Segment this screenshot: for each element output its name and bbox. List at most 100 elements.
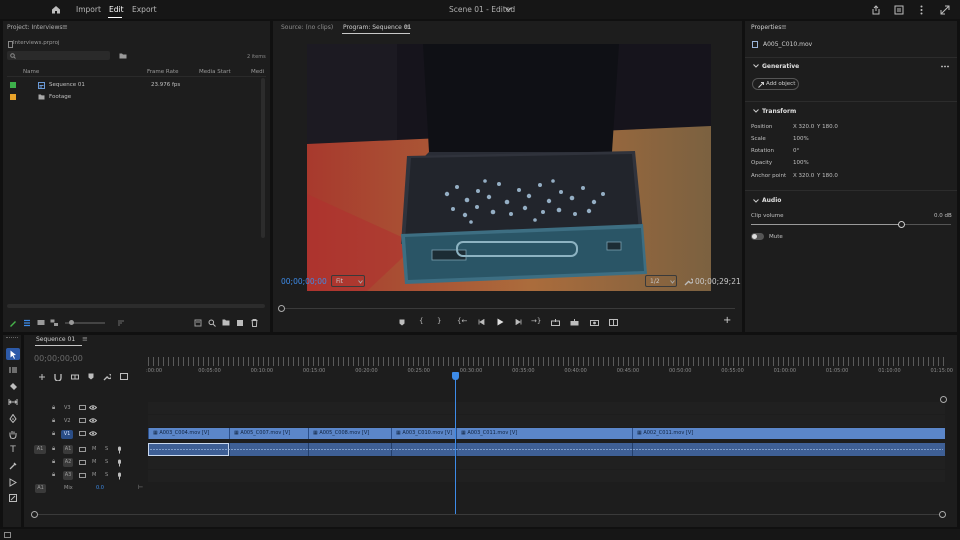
new-item-icon[interactable]	[235, 318, 244, 327]
sequence-tab[interactable]: Sequence 01	[36, 336, 75, 343]
wrench-icon[interactable]	[683, 276, 693, 286]
ripple-sequence-icon[interactable]	[37, 372, 46, 381]
chevron-down-icon[interactable]	[752, 108, 759, 114]
fit-dropdown[interactable]: Fit	[331, 275, 365, 287]
position-y-value[interactable]: Y 180.0	[817, 124, 838, 130]
anchor-y-value[interactable]: Y 180.0	[817, 173, 838, 179]
new-bin-icon[interactable]	[118, 52, 127, 60]
eye-icon[interactable]	[89, 417, 97, 424]
fullscreen-icon[interactable]	[939, 4, 951, 15]
chevron-down-icon[interactable]	[752, 63, 759, 69]
mix-patch[interactable]: A1	[35, 484, 46, 493]
solo-track-button[interactable]: S	[105, 459, 108, 465]
sync-lock-icon[interactable]	[78, 404, 86, 411]
col-media-start[interactable]: Media Start	[199, 69, 231, 75]
panel-menu-icon[interactable]: ≡	[404, 23, 410, 31]
microphone-icon[interactable]	[115, 458, 123, 467]
step-forward-icon[interactable]	[514, 318, 522, 326]
quick-export-icon[interactable]	[893, 4, 905, 15]
microphone-icon[interactable]	[115, 445, 123, 454]
mute-toggle[interactable]	[751, 233, 764, 240]
track-lane-v2[interactable]	[148, 415, 945, 427]
microphone-icon[interactable]	[115, 471, 123, 480]
sort-icon[interactable]	[116, 318, 125, 327]
type-tool-icon[interactable]: T	[6, 444, 20, 456]
search-input[interactable]	[7, 51, 110, 60]
color-tool-icon[interactable]	[6, 460, 20, 472]
opacity-value[interactable]: 100%	[793, 160, 809, 166]
sync-lock-icon[interactable]	[78, 459, 86, 466]
find-icon[interactable]	[207, 318, 216, 327]
audio-header[interactable]: Audio	[762, 197, 781, 204]
timeline-timecode[interactable]: 00;00;00;00	[34, 354, 83, 363]
freeform-view-icon[interactable]	[50, 318, 59, 327]
rotation-value[interactable]: 0°	[793, 148, 799, 154]
lock-icon[interactable]: 🔒︎	[52, 430, 55, 438]
delete-icon[interactable]	[250, 318, 259, 327]
vertical-scrollbar[interactable]	[261, 78, 265, 238]
camera-icon[interactable]	[589, 318, 599, 326]
source-tab[interactable]: Source: (no clips)	[281, 24, 333, 31]
solo-track-button[interactable]: S	[105, 446, 108, 452]
video-clip[interactable]: ▦ A002_C011.mov [V]	[632, 428, 945, 439]
video-clip[interactable]: ▦ A005_C008.mov [V]	[308, 428, 391, 439]
horizontal-scrollbar[interactable]	[7, 304, 265, 308]
automate-icon[interactable]	[193, 318, 202, 327]
comparison-view-icon[interactable]	[608, 318, 618, 326]
track-lane-a3[interactable]	[148, 470, 945, 482]
playhead-timecode[interactable]: 00;00;00;00	[281, 277, 327, 286]
timeline-scrollbar[interactable]	[31, 511, 946, 518]
linked-selection-icon[interactable]	[70, 372, 79, 381]
col-frame-rate[interactable]: Frame Rate	[147, 69, 179, 75]
mark-in-icon[interactable]: {	[419, 317, 423, 325]
mute-track-button[interactable]: M	[92, 472, 96, 478]
captions-icon[interactable]	[119, 372, 128, 381]
home-icon[interactable]	[50, 4, 62, 15]
lock-icon[interactable]: 🔒︎	[52, 417, 55, 425]
video-clip[interactable]: ▦ A005_C007.mov [V]	[229, 428, 308, 439]
chevron-down-icon[interactable]	[752, 198, 759, 204]
monitor-scrubber[interactable]	[278, 305, 735, 312]
track-lane-v3[interactable]	[148, 402, 945, 414]
panel-menu-icon[interactable]: ≡	[62, 23, 68, 31]
list-item[interactable]: Footage	[7, 93, 266, 102]
ruler-end-handle[interactable]	[940, 396, 947, 403]
clip-volume-handle[interactable]	[898, 221, 905, 228]
menu-edit[interactable]: Edit	[109, 5, 124, 14]
mark-out-icon[interactable]: }	[437, 317, 441, 325]
lock-icon[interactable]: 🔒︎	[52, 445, 55, 453]
selection-tool-icon[interactable]	[6, 348, 20, 360]
zoom-slider[interactable]	[65, 320, 105, 325]
video-clip[interactable]: ▦ A003_C004.mov [V]	[148, 428, 229, 439]
insert-icon[interactable]	[550, 318, 560, 326]
new-folder-icon[interactable]	[221, 318, 230, 327]
video-frame[interactable]	[307, 44, 711, 291]
snap-icon[interactable]	[53, 372, 62, 381]
hand-tool-icon[interactable]	[6, 428, 20, 440]
menu-import[interactable]: Import	[76, 5, 101, 14]
pen-tool-icon[interactable]	[6, 412, 20, 424]
list-item[interactable]: Sequence 01 23.976 fps	[7, 81, 266, 90]
chevron-down-icon[interactable]	[503, 5, 513, 14]
list-view-icon[interactable]	[22, 318, 31, 327]
eye-icon[interactable]	[89, 404, 97, 411]
go-to-in-icon[interactable]: {←	[457, 317, 467, 325]
sync-lock-icon[interactable]	[78, 446, 86, 453]
anchor-x-value[interactable]: X 320.0	[793, 173, 814, 179]
slip-tool-icon[interactable]	[6, 396, 20, 408]
mix-end-icon[interactable]: ⊢	[138, 484, 143, 491]
col-media[interactable]: Medi	[251, 69, 264, 75]
audio-tool-icon[interactable]	[6, 476, 20, 488]
source-patch-audio[interactable]: A1	[34, 445, 46, 454]
lock-icon[interactable]: 🔒︎	[52, 404, 55, 412]
eye-icon[interactable]	[89, 430, 97, 437]
add-object-button[interactable]: Add object	[752, 78, 799, 90]
project-tab[interactable]: Project: Interviews	[7, 24, 62, 31]
video-clip[interactable]: ▦ A003_C010.mov [V]	[391, 428, 456, 439]
lock-icon[interactable]: 🔒︎	[52, 458, 55, 466]
more-options-icon[interactable]	[941, 64, 949, 68]
timeline-wrench-icon[interactable]	[102, 372, 111, 381]
share-icon[interactable]	[870, 4, 882, 15]
scrubber-start-handle[interactable]	[278, 305, 285, 312]
icon-view-icon[interactable]	[36, 318, 45, 327]
